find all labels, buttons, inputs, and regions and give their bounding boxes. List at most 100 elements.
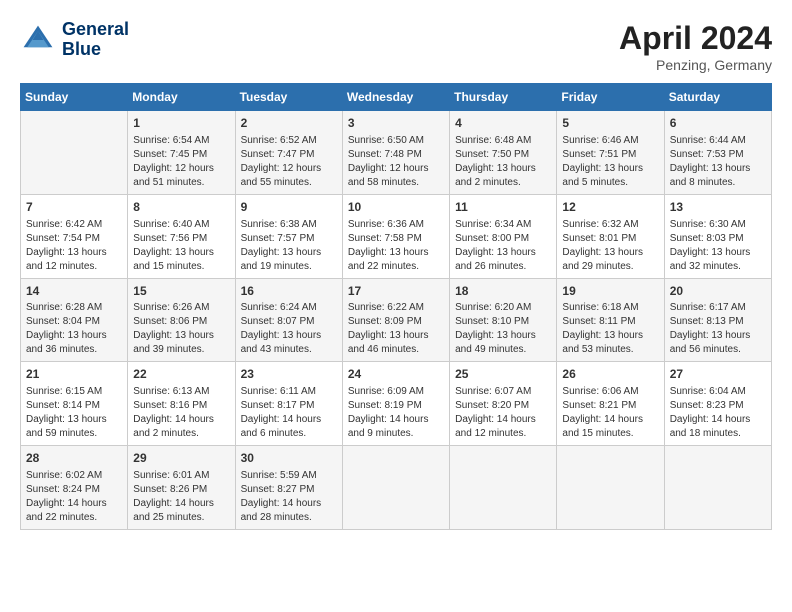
header-cell-wednesday: Wednesday (342, 84, 449, 111)
header-cell-monday: Monday (128, 84, 235, 111)
day-info: Sunrise: 6:11 AM Sunset: 8:17 PM Dayligh… (241, 385, 337, 441)
day-info: Sunrise: 6:18 AM Sunset: 8:11 PM Dayligh… (562, 301, 658, 357)
calendar-cell: 9 Sunrise: 6:38 AM Sunset: 7:57 PM Daylig… (235, 194, 342, 278)
day-number: 14 (26, 283, 122, 300)
day-number: 4 (455, 115, 551, 132)
calendar-cell (557, 446, 664, 530)
calendar-cell: 22 Sunrise: 6:13 AM Sunset: 8:16 PM Dayli… (128, 362, 235, 446)
logo-text: General Blue (62, 20, 129, 60)
day-info: Sunrise: 6:42 AM Sunset: 7:54 PM Dayligh… (26, 218, 122, 274)
calendar-cell (21, 111, 128, 195)
day-info: Sunrise: 6:28 AM Sunset: 8:04 PM Dayligh… (26, 301, 122, 357)
day-info: Sunrise: 6:13 AM Sunset: 8:16 PM Dayligh… (133, 385, 229, 441)
day-number: 17 (348, 283, 444, 300)
day-info: Sunrise: 6:01 AM Sunset: 8:26 PM Dayligh… (133, 469, 229, 525)
calendar-cell: 21 Sunrise: 6:15 AM Sunset: 8:14 PM Dayli… (21, 362, 128, 446)
day-info: Sunrise: 6:30 AM Sunset: 8:03 PM Dayligh… (670, 218, 766, 274)
day-number: 7 (26, 199, 122, 216)
location: Penzing, Germany (619, 57, 772, 73)
day-info: Sunrise: 5:59 AM Sunset: 8:27 PM Dayligh… (241, 469, 337, 525)
header-cell-friday: Friday (557, 84, 664, 111)
day-number: 22 (133, 366, 229, 383)
day-number: 26 (562, 366, 658, 383)
month-title: April 2024 (619, 20, 772, 57)
calendar-cell: 25 Sunrise: 6:07 AM Sunset: 8:20 PM Dayli… (450, 362, 557, 446)
calendar-cell: 4 Sunrise: 6:48 AM Sunset: 7:50 PM Daylig… (450, 111, 557, 195)
title-block: April 2024 Penzing, Germany (619, 20, 772, 73)
day-info: Sunrise: 6:46 AM Sunset: 7:51 PM Dayligh… (562, 134, 658, 190)
calendar-cell: 14Sunrise: 6:28 AM Sunset: 8:04 PM Dayli… (21, 278, 128, 362)
calendar-cell: 28Sunrise: 6:02 AM Sunset: 8:24 PM Dayli… (21, 446, 128, 530)
day-info: Sunrise: 6:20 AM Sunset: 8:10 PM Dayligh… (455, 301, 551, 357)
day-number: 25 (455, 366, 551, 383)
page-header: General Blue April 2024 Penzing, Germany (20, 20, 772, 73)
header-cell-saturday: Saturday (664, 84, 771, 111)
day-number: 16 (241, 283, 337, 300)
day-info: Sunrise: 6:44 AM Sunset: 7:53 PM Dayligh… (670, 134, 766, 190)
calendar-cell: 24Sunrise: 6:09 AM Sunset: 8:19 PM Dayli… (342, 362, 449, 446)
day-info: Sunrise: 6:38 AM Sunset: 7:57 PM Dayligh… (241, 218, 337, 274)
calendar-cell: 7 Sunrise: 6:42 AM Sunset: 7:54 PM Daylig… (21, 194, 128, 278)
day-number: 12 (562, 199, 658, 216)
day-number: 13 (670, 199, 766, 216)
calendar-cell (342, 446, 449, 530)
day-info: Sunrise: 6:52 AM Sunset: 7:47 PM Dayligh… (241, 134, 337, 190)
day-number: 2 (241, 115, 337, 132)
day-info: Sunrise: 6:36 AM Sunset: 7:58 PM Dayligh… (348, 218, 444, 274)
day-info: Sunrise: 6:06 AM Sunset: 8:21 PM Dayligh… (562, 385, 658, 441)
calendar-cell: 12Sunrise: 6:32 AM Sunset: 8:01 PM Dayli… (557, 194, 664, 278)
day-info: Sunrise: 6:40 AM Sunset: 7:56 PM Dayligh… (133, 218, 229, 274)
day-info: Sunrise: 6:54 AM Sunset: 7:45 PM Dayligh… (133, 134, 229, 190)
week-row-4: 21 Sunrise: 6:15 AM Sunset: 8:14 PM Dayli… (21, 362, 772, 446)
day-info: Sunrise: 6:02 AM Sunset: 8:24 PM Dayligh… (26, 469, 122, 525)
calendar-cell: 16Sunrise: 6:24 AM Sunset: 8:07 PM Dayli… (235, 278, 342, 362)
logo-line2: Blue (62, 40, 129, 60)
calendar-cell: 8 Sunrise: 6:40 AM Sunset: 7:56 PM Daylig… (128, 194, 235, 278)
day-number: 8 (133, 199, 229, 216)
calendar-cell: 11Sunrise: 6:34 AM Sunset: 8:00 PM Dayli… (450, 194, 557, 278)
calendar-cell: 27Sunrise: 6:04 AM Sunset: 8:23 PM Dayli… (664, 362, 771, 446)
day-number: 21 (26, 366, 122, 383)
calendar-cell: 5 Sunrise: 6:46 AM Sunset: 7:51 PM Daylig… (557, 111, 664, 195)
week-row-3: 14Sunrise: 6:28 AM Sunset: 8:04 PM Dayli… (21, 278, 772, 362)
calendar-cell: 6 Sunrise: 6:44 AM Sunset: 7:53 PM Daylig… (664, 111, 771, 195)
calendar-cell: 29Sunrise: 6:01 AM Sunset: 8:26 PM Dayli… (128, 446, 235, 530)
calendar-body: 1 Sunrise: 6:54 AM Sunset: 7:45 PM Daylig… (21, 111, 772, 530)
day-info: Sunrise: 6:34 AM Sunset: 8:00 PM Dayligh… (455, 218, 551, 274)
calendar-cell: 26 Sunrise: 6:06 AM Sunset: 8:21 PM Dayli… (557, 362, 664, 446)
day-number: 27 (670, 366, 766, 383)
day-info: Sunrise: 6:07 AM Sunset: 8:20 PM Dayligh… (455, 385, 551, 441)
week-row-2: 7 Sunrise: 6:42 AM Sunset: 7:54 PM Daylig… (21, 194, 772, 278)
day-info: Sunrise: 6:50 AM Sunset: 7:48 PM Dayligh… (348, 134, 444, 190)
day-number: 18 (455, 283, 551, 300)
calendar-cell: 30Sunrise: 5:59 AM Sunset: 8:27 PM Dayli… (235, 446, 342, 530)
day-number: 3 (348, 115, 444, 132)
header-cell-sunday: Sunday (21, 84, 128, 111)
day-info: Sunrise: 6:48 AM Sunset: 7:50 PM Dayligh… (455, 134, 551, 190)
logo-icon (20, 22, 56, 58)
calendar-cell: 18Sunrise: 6:20 AM Sunset: 8:10 PM Dayli… (450, 278, 557, 362)
calendar-cell: 23Sunrise: 6:11 AM Sunset: 8:17 PM Dayli… (235, 362, 342, 446)
calendar-cell: 15Sunrise: 6:26 AM Sunset: 8:06 PM Dayli… (128, 278, 235, 362)
day-number: 5 (562, 115, 658, 132)
day-info: Sunrise: 6:15 AM Sunset: 8:14 PM Dayligh… (26, 385, 122, 441)
calendar-cell: 2 Sunrise: 6:52 AM Sunset: 7:47 PM Daylig… (235, 111, 342, 195)
week-row-1: 1 Sunrise: 6:54 AM Sunset: 7:45 PM Daylig… (21, 111, 772, 195)
day-info: Sunrise: 6:24 AM Sunset: 8:07 PM Dayligh… (241, 301, 337, 357)
logo: General Blue (20, 20, 129, 60)
header-row: SundayMondayTuesdayWednesdayThursdayFrid… (21, 84, 772, 111)
calendar-cell: 19Sunrise: 6:18 AM Sunset: 8:11 PM Dayli… (557, 278, 664, 362)
day-number: 9 (241, 199, 337, 216)
calendar-cell: 3 Sunrise: 6:50 AM Sunset: 7:48 PM Daylig… (342, 111, 449, 195)
header-cell-thursday: Thursday (450, 84, 557, 111)
calendar-cell: 10Sunrise: 6:36 AM Sunset: 7:58 PM Dayli… (342, 194, 449, 278)
day-number: 6 (670, 115, 766, 132)
logo-line1: General (62, 20, 129, 40)
calendar-cell (450, 446, 557, 530)
week-row-5: 28Sunrise: 6:02 AM Sunset: 8:24 PM Dayli… (21, 446, 772, 530)
day-number: 1 (133, 115, 229, 132)
calendar-table: SundayMondayTuesdayWednesdayThursdayFrid… (20, 83, 772, 530)
day-info: Sunrise: 6:22 AM Sunset: 8:09 PM Dayligh… (348, 301, 444, 357)
day-number: 19 (562, 283, 658, 300)
header-cell-tuesday: Tuesday (235, 84, 342, 111)
